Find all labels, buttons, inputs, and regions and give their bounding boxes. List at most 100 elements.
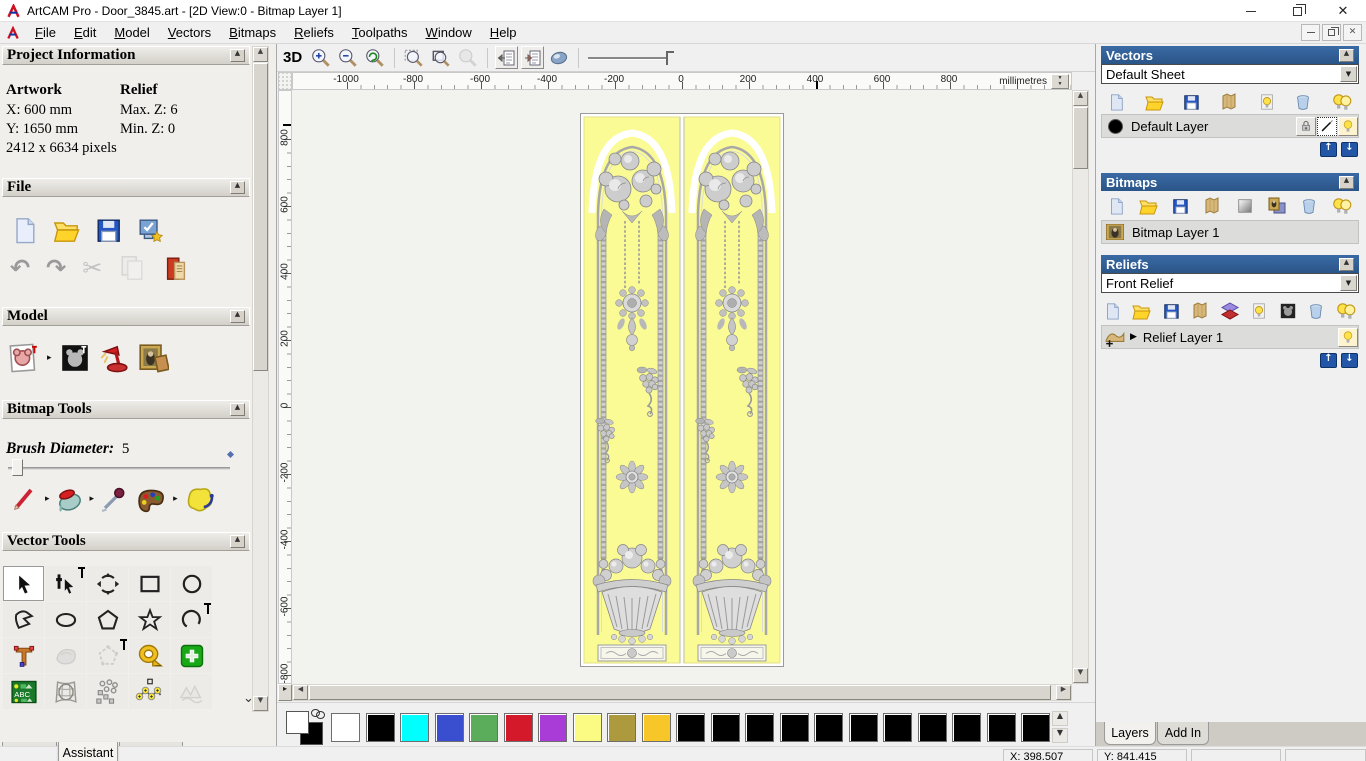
3d-view-button[interactable]: 3D	[283, 49, 302, 66]
save-layer-icon[interactable]	[1171, 197, 1189, 215]
preview-icon[interactable]	[1267, 196, 1287, 216]
envelope-distortion-icon[interactable]	[45, 674, 86, 709]
colour-swatch-6[interactable]	[538, 713, 567, 742]
menu-model[interactable]: Model	[105, 22, 158, 43]
zoom-limits-icon[interactable]	[456, 46, 480, 70]
flood-fill-icon[interactable]	[55, 484, 85, 514]
project-information-header[interactable]: Project Information ▲	[2, 46, 250, 65]
toggle-visibility-icon[interactable]	[1250, 301, 1268, 321]
toggle-bitmap-button[interactable]	[495, 46, 519, 69]
invert-model-icon[interactable]	[59, 342, 91, 374]
move-layer-up-icon[interactable]: ↑	[1320, 142, 1337, 157]
all-visibility-icon[interactable]	[1331, 91, 1353, 113]
zoom-drawing-icon[interactable]	[429, 46, 453, 70]
pick-colour-icon[interactable]	[99, 484, 129, 514]
horizontal-scrollbar[interactable]: ◀ ▶	[292, 684, 1072, 701]
sheet-selector[interactable]: Default Sheet ▼	[1101, 64, 1359, 84]
stack-layers-icon[interactable]	[1220, 301, 1240, 321]
colour-swatch-16[interactable]	[883, 713, 912, 742]
file-section-header[interactable]: File ▲	[2, 178, 250, 197]
scroll-down-icon[interactable]: ▼	[1073, 668, 1088, 683]
notes-icon[interactable]	[162, 254, 190, 282]
colour-swatch-12[interactable]	[745, 713, 774, 742]
colour-swatch-15[interactable]	[848, 713, 878, 742]
scroll-up-icon[interactable]: ▲	[1073, 91, 1088, 106]
scroll-left-icon[interactable]: ◀	[293, 685, 308, 700]
move-layer-down-icon[interactable]: ↓	[1341, 142, 1358, 157]
colour-swatch-4[interactable]	[469, 713, 498, 742]
dropdown-arrow-icon[interactable]: ▼	[1340, 275, 1357, 291]
flyout-dot-icon[interactable]	[226, 450, 235, 459]
greyscale-icon[interactable]	[1236, 197, 1254, 215]
menu-vectors[interactable]: Vectors	[159, 22, 220, 43]
flyout-arrow-icon[interactable]: ▸	[45, 494, 50, 504]
colour-swatch-20[interactable]	[1021, 713, 1050, 742]
create-circle-icon[interactable]	[171, 566, 212, 601]
relief-selector[interactable]: Front Relief ▼	[1101, 273, 1359, 293]
all-visibility-icon[interactable]	[1331, 195, 1353, 217]
scroll-right-icon[interactable]: ▶	[1056, 685, 1071, 700]
dropdown-arrow-icon[interactable]: ▼	[1340, 66, 1357, 82]
save-model-as-icon[interactable]	[136, 216, 164, 244]
brush-diameter-slider-handle[interactable]	[12, 459, 23, 476]
primary-colour-chip[interactable]	[286, 711, 309, 734]
scrollbar-thumb[interactable]	[1073, 107, 1088, 169]
expand-arrow-icon[interactable]: ▶	[1130, 332, 1137, 342]
colour-swatch-19[interactable]	[986, 713, 1016, 742]
paint-icon[interactable]	[10, 484, 40, 514]
merge-layers-icon[interactable]	[1219, 92, 1239, 112]
flyout-arrow-icon[interactable]: ▸	[173, 494, 178, 504]
move-layer-up-icon[interactable]: ↑	[1320, 353, 1337, 368]
pane-splitter-button[interactable]: ▸	[278, 684, 292, 701]
merge-layers-icon[interactable]	[1190, 301, 1210, 321]
greyscale-preview-icon[interactable]	[1279, 302, 1297, 320]
zoom-selection-icon[interactable]	[402, 46, 426, 70]
menu-edit[interactable]: Edit	[65, 22, 105, 43]
menu-window[interactable]: Window	[417, 22, 481, 43]
cut-icon[interactable]: ✂	[82, 256, 102, 280]
new-layer-icon[interactable]	[1107, 196, 1125, 216]
flyout-arrow-icon[interactable]: ▸	[90, 494, 95, 504]
paste-icon[interactable]	[118, 254, 146, 282]
mdi-minimize-button[interactable]	[1301, 24, 1320, 41]
merge-layers-icon[interactable]	[1202, 196, 1222, 216]
create-polygon-icon[interactable]	[87, 602, 128, 637]
new-model-icon[interactable]	[10, 216, 38, 244]
visibility-bulb-icon[interactable]	[1338, 327, 1358, 347]
load-texture-icon[interactable]	[137, 342, 169, 374]
colour-swatch-10[interactable]	[676, 713, 705, 742]
zoom-out-icon[interactable]	[336, 46, 360, 70]
node-editing-icon[interactable]	[45, 566, 86, 601]
save-layer-icon[interactable]	[1162, 302, 1180, 320]
palette-scroll-up-icon[interactable]: ▲	[1052, 711, 1068, 726]
mdi-restore-button[interactable]	[1322, 24, 1341, 41]
scrollbar-thumb[interactable]	[253, 63, 268, 371]
menu-toolpaths[interactable]: Toolpaths	[343, 22, 417, 43]
vectors-section-header[interactable]: Vectors ▲	[1101, 46, 1359, 64]
close-button[interactable]: ✕	[1320, 0, 1366, 22]
tab-assistant[interactable]: Assistant	[58, 742, 118, 761]
zoom-in-icon[interactable]	[309, 46, 333, 70]
new-layer-icon[interactable]	[1103, 301, 1121, 321]
collapse-icon[interactable]: ▲	[1339, 257, 1354, 271]
collapse-icon[interactable]: ▲	[230, 181, 245, 194]
text-in-box-icon[interactable]: ABC	[3, 674, 44, 709]
open-layer-icon[interactable]	[1138, 196, 1158, 216]
colour-swatch-8[interactable]	[607, 713, 636, 742]
drawing-viewport[interactable]	[292, 90, 1072, 684]
delete-layer-icon[interactable]	[1307, 301, 1325, 321]
save-layer-icon[interactable]	[1182, 93, 1200, 111]
delete-layer-icon[interactable]	[1300, 196, 1318, 216]
open-layer-icon[interactable]	[1144, 92, 1164, 112]
collapse-icon[interactable]: ▲	[1339, 48, 1354, 62]
colour-swatch-5[interactable]	[503, 713, 533, 742]
wrap-text-icon[interactable]	[45, 638, 86, 673]
bitmap-layer-row[interactable]: Bitmap Layer 1	[1101, 220, 1359, 244]
collapse-icon[interactable]: ▲	[230, 403, 245, 416]
create-cross-icon[interactable]	[171, 638, 212, 673]
colour-swatch-18[interactable]	[952, 713, 981, 742]
assistant-scrollbar[interactable]: ▲ ▼	[252, 46, 269, 712]
brush-diameter-slider-track[interactable]	[8, 467, 230, 470]
menu-reliefs[interactable]: Reliefs	[285, 22, 343, 43]
zoom-previous-icon[interactable]	[363, 46, 387, 70]
